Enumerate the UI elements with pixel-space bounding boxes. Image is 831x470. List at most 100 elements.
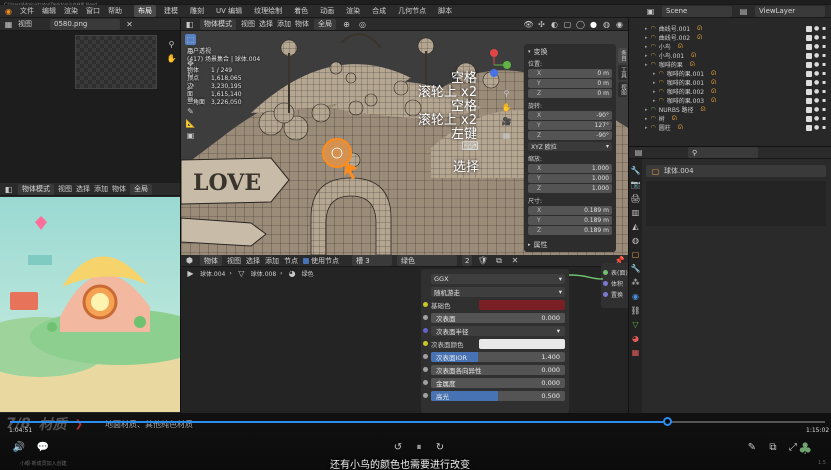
checkbox-icon[interactable]	[806, 106, 812, 113]
shader-node-editor[interactable]: ⬢ 物体 视图 选择 添加 节点 使用节点 槽 3 绿色 2 🛡 ⧉ ✕ 📌 ▶…	[181, 255, 628, 413]
overlay-icon[interactable]: ◐	[549, 19, 560, 30]
node-input-row[interactable]: 次表面颜色	[423, 338, 565, 349]
input-socket[interactable]	[423, 341, 428, 346]
viewport-menu-item[interactable]: 物体	[295, 19, 309, 29]
workspace-tab[interactable]: 建模	[160, 5, 182, 17]
eye-icon[interactable]: ●	[814, 25, 820, 32]
transform-field[interactable]: Z 0 m	[528, 89, 612, 98]
subsurface-method-selector[interactable]: 随机游走 ▾	[431, 286, 565, 297]
material-user-count[interactable]: 2	[462, 255, 473, 266]
viewport-editor-icon[interactable]: ◧	[184, 19, 195, 30]
menu-item[interactable]: 编辑	[40, 6, 58, 16]
menu-item[interactable]: 渲染	[62, 6, 80, 16]
input-slider[interactable]: 金属度 0.000	[431, 377, 565, 388]
outliner-item[interactable]: ▸ ◠ 小鸟 ᘏ ● ▪	[629, 42, 831, 52]
node-input-row[interactable]: 次表面 0.000	[423, 312, 565, 323]
transform-field[interactable]: X -90°	[528, 111, 612, 120]
image-editor[interactable]: ▦ 视图 0580.png ✕ ⚲ ✋	[0, 18, 181, 183]
eye-icon[interactable]: ●	[814, 52, 820, 59]
camera-icon[interactable]: ▪	[822, 106, 828, 113]
input-dropdown[interactable]: 次表面半径 ▾	[431, 325, 565, 336]
properties-search[interactable]: ⚲	[688, 147, 758, 158]
workspace-tab[interactable]: 着色	[290, 5, 312, 17]
annotate-tool-icon[interactable]: ✎	[185, 106, 196, 117]
rewind-icon[interactable]: ↺	[391, 440, 405, 454]
principled-bsdf-node[interactable]: GGX ▾ 随机游走 ▾ 基础色 次表面 0.000 次表面半径 ▾ 次表面颜色 次表面IOR…	[421, 269, 569, 413]
image-selector[interactable]: 0580.png	[50, 18, 120, 30]
node-select-menu[interactable]: 选择	[246, 256, 260, 266]
object-tab-icon[interactable]: ▢	[630, 249, 641, 260]
camera-icon[interactable]: ▪	[822, 43, 828, 50]
node-node-menu[interactable]: 节点	[284, 256, 298, 266]
scene-selector[interactable]: Scene	[662, 5, 732, 17]
checkbox-icon[interactable]	[806, 34, 812, 41]
object-mode-selector[interactable]: 物体模式	[200, 18, 236, 30]
outliner-item[interactable]: ▸ ◠ 咖啡的果.001 ᘏ ● ▪	[629, 78, 831, 88]
new-material-icon[interactable]: ⧉	[493, 255, 504, 266]
viewport-type-icon[interactable]: ◧	[3, 184, 14, 195]
eye-icon[interactable]: ●	[814, 79, 820, 86]
node-input-row[interactable]: 次表面各向异性 0.000	[423, 364, 565, 375]
input-slider[interactable]: 次表面各向异性 0.000	[431, 364, 565, 375]
render-mode-selector[interactable]: 物体模式	[18, 183, 54, 195]
camera-icon[interactable]: ▪	[822, 124, 828, 131]
material-shading-icon[interactable]: ◍	[601, 19, 612, 30]
outliner-item[interactable]: ▸ ◠ 圆柱 ᘏ ● ▪	[629, 123, 831, 133]
transform-field[interactable]: X 1.000	[528, 164, 612, 173]
camera-icon[interactable]: ▪	[822, 115, 828, 122]
camera-icon[interactable]: ▪	[822, 97, 828, 104]
view-layer-selector[interactable]: ViewLayer	[755, 5, 825, 17]
workspace-tab[interactable]: 合成	[368, 5, 390, 17]
checkbox-icon[interactable]	[806, 43, 812, 50]
transform-field[interactable]: Y 0 m	[528, 79, 612, 88]
wireframe-shading-icon[interactable]: ◯	[575, 19, 586, 30]
gizmo-icon[interactable]: ✣	[536, 19, 547, 30]
zoom-view-icon[interactable]: ⚲	[501, 88, 512, 99]
perspective-toggle-icon[interactable]: ▦	[501, 130, 512, 141]
input-socket[interactable]	[423, 380, 428, 385]
viewport-menu-item[interactable]: 视图	[241, 19, 255, 29]
camera-icon[interactable]: ▪	[822, 88, 828, 95]
view-layer-tab-icon[interactable]: ▥	[630, 207, 641, 218]
render-object-menu[interactable]: 物体	[112, 184, 126, 194]
3d-viewport[interactable]: ◧ 物体模式 视图 选择 添加 物体 全局 ⊕ ◎ 👁 ✣ ◐ ▢ ◯ ● ◍ ◉	[181, 18, 628, 255]
sidebar-tab[interactable]: 工具	[618, 65, 627, 80]
expand-arrow-icon[interactable]: ▸	[645, 62, 648, 68]
transform-field[interactable]: Y 127°	[528, 121, 612, 130]
node-input-row[interactable]: 高光 0.500	[423, 390, 565, 401]
selected-sphere[interactable]	[322, 138, 352, 168]
checkbox-icon[interactable]	[806, 88, 812, 95]
transform-field[interactable]: Z -90°	[528, 131, 612, 140]
menu-item[interactable]: 窗口	[84, 6, 102, 16]
color-swatch[interactable]	[479, 338, 565, 349]
node-object-selector[interactable]: 物体	[200, 255, 222, 266]
properties-editor-icon[interactable]: ▤	[633, 147, 644, 158]
viewport-menu-item[interactable]: 选择	[259, 19, 273, 29]
pan-view-icon[interactable]: ✋	[501, 102, 512, 113]
expand-arrow-icon[interactable]: ▸	[653, 80, 656, 86]
world-tab-icon[interactable]: ◍	[630, 235, 641, 246]
expand-arrow-icon[interactable]: ▸	[645, 26, 648, 32]
image-editor-view-menu[interactable]: 视图	[18, 19, 32, 29]
workspace-tab[interactable]: 雕刻	[186, 5, 208, 17]
volume-icon[interactable]: 🔊	[12, 440, 26, 454]
progress-knob[interactable]	[662, 417, 672, 426]
transform-orientation[interactable]: 全局	[314, 18, 336, 30]
checkbox-icon[interactable]	[806, 61, 812, 68]
select-box-tool-icon[interactable]: ⬚	[185, 34, 196, 45]
viewport-menu-item[interactable]: 添加	[277, 19, 291, 29]
expand-arrow-icon[interactable]: ▸	[653, 71, 656, 77]
zoom-icon[interactable]: ⚲	[166, 39, 177, 50]
expand-arrow-icon[interactable]: ▸	[645, 44, 648, 50]
material-slot-selector[interactable]: 槽 3	[352, 255, 392, 266]
eye-icon[interactable]: ●	[814, 61, 820, 68]
proportional-edit-icon[interactable]: ◎	[357, 19, 368, 30]
checkbox-icon[interactable]	[806, 25, 812, 32]
camera-icon[interactable]: ▪	[822, 70, 828, 77]
close-icon[interactable]: ✕	[124, 19, 135, 30]
node-input-row[interactable]: 金属度 0.000	[423, 377, 565, 388]
outliner-item[interactable]: ▸ ◠ 咖啡的果.002 ᘏ ● ▪	[629, 87, 831, 97]
expand-arrow-icon[interactable]: ▸	[653, 98, 656, 104]
distribution-selector[interactable]: GGX ▾	[431, 273, 565, 284]
use-nodes-toggle[interactable]: 使用节点	[303, 256, 339, 266]
